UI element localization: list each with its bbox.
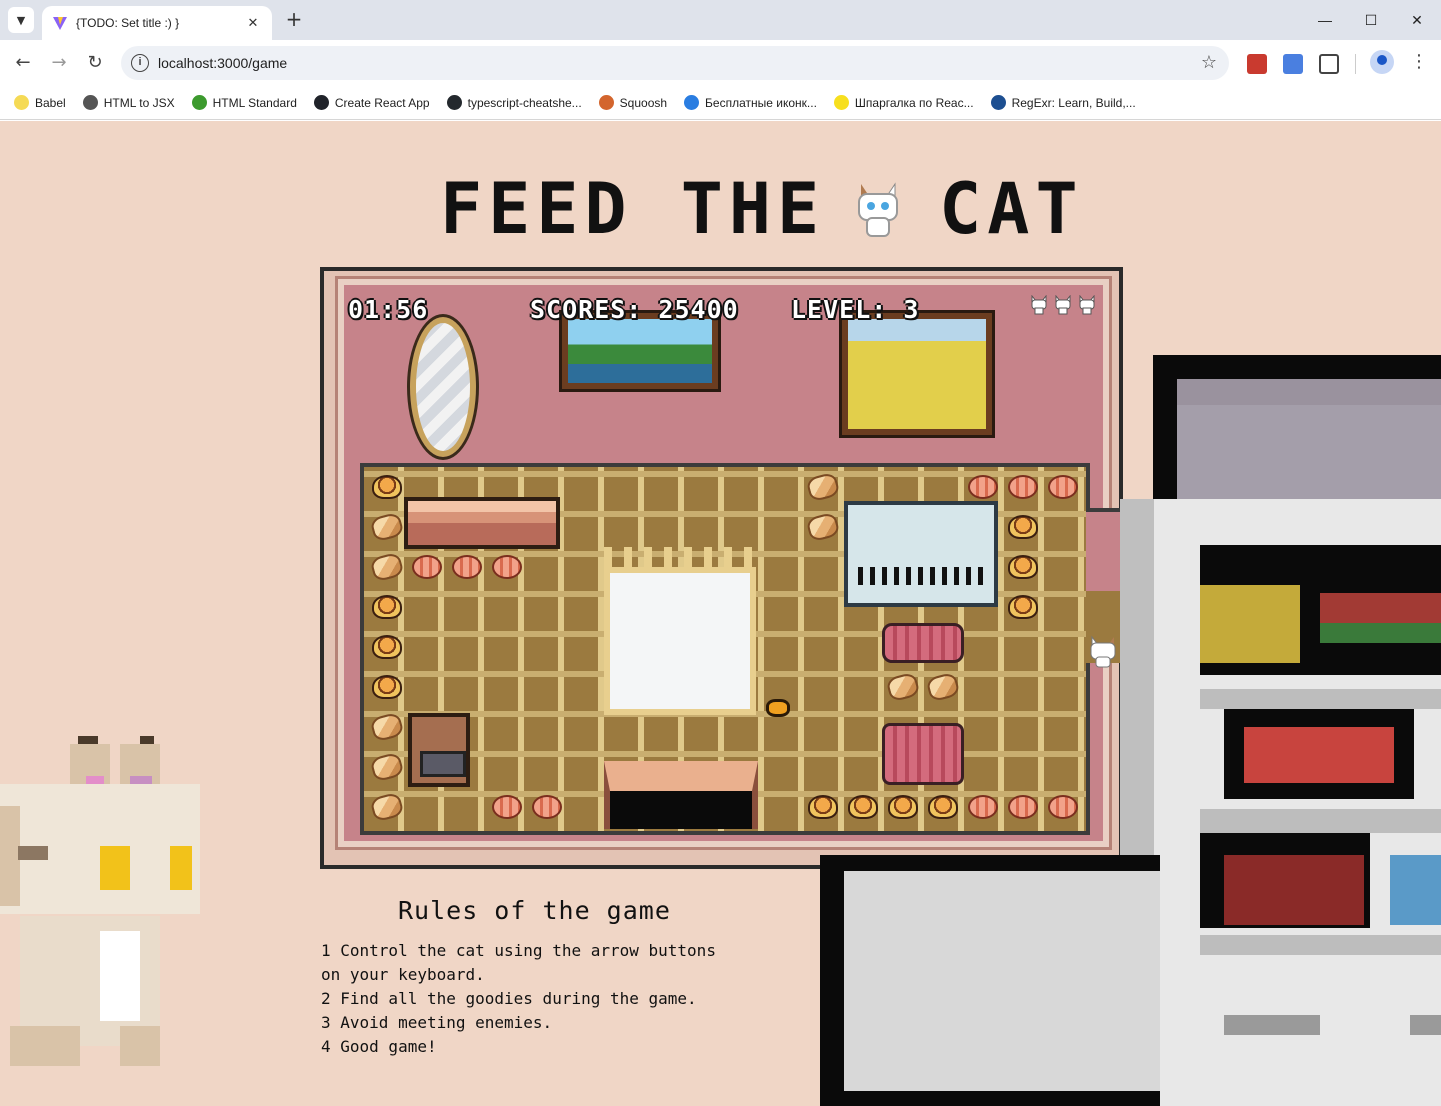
translate-icon[interactable] xyxy=(1283,54,1303,74)
bookmark-label: HTML Standard xyxy=(212,95,297,110)
close-window-icon[interactable]: ✕ xyxy=(1402,8,1432,32)
chair xyxy=(408,713,470,787)
landscape-painting xyxy=(559,310,721,392)
game-page: FEED THE CAT 01:56 SCORES: 25400 LEVEL: … xyxy=(0,121,1441,1106)
bookmark-item[interactable]: typescript-cheatshe... xyxy=(446,95,582,110)
bookmark-label: HTML to JSX xyxy=(103,95,175,110)
bookmark-item[interactable]: Шпаргалка по Reac... xyxy=(833,95,974,110)
bookmark-item[interactable]: Babel xyxy=(14,95,66,110)
sausage-food xyxy=(412,555,442,579)
scores: SCORES: 25400 xyxy=(530,295,739,324)
squoosh-icon xyxy=(598,95,614,110)
bookmark-item[interactable]: Бесплатные иконк... xyxy=(684,95,817,110)
bookmark-label: Babel xyxy=(35,95,66,110)
tab-title: {TODO: Set title :) } xyxy=(76,16,180,30)
bed xyxy=(604,547,756,715)
forward-icon[interactable]: → xyxy=(47,51,71,75)
bookmark-item[interactable]: Create React App xyxy=(313,95,430,110)
sausage-food xyxy=(492,795,522,819)
bookmarks-bar: Babel HTML to JSX HTML Standard Create Reac… xyxy=(0,86,1441,120)
react-icon xyxy=(313,95,329,110)
tab-strip: ▼ {TODO: Set title :) } ✕ + — ☐ ✕ xyxy=(0,0,1441,40)
reload-icon[interactable]: ↻ xyxy=(83,51,107,75)
url-text[interactable]: localhost:3000/game xyxy=(158,55,287,71)
table xyxy=(604,761,758,829)
game-title: FEED THE CAT xyxy=(440,168,1084,250)
js-icon xyxy=(833,95,849,110)
minimize-icon[interactable]: — xyxy=(1310,8,1340,32)
github-icon xyxy=(446,95,462,110)
bookmark-label: Create React App xyxy=(334,95,430,110)
sausage-food xyxy=(492,555,522,579)
bookmark-label: RegExr: Learn, Build,... xyxy=(1011,95,1136,110)
bench xyxy=(404,497,560,549)
back-icon[interactable]: ← xyxy=(11,51,35,75)
toolbar-separator xyxy=(1355,54,1356,74)
bookmark-item[interactable]: Squoosh xyxy=(598,95,668,110)
babel-icon xyxy=(14,95,29,110)
close-tab-icon[interactable]: ✕ xyxy=(244,16,262,31)
bookmark-label: Squoosh xyxy=(619,95,668,110)
life-cat-icon xyxy=(1031,295,1047,315)
lives xyxy=(1030,295,1096,315)
profile-avatar-icon[interactable] xyxy=(1370,50,1394,74)
burger-food xyxy=(372,675,402,699)
decorative-fridge-icon xyxy=(820,355,1441,1106)
life-cat-icon xyxy=(1079,295,1095,315)
tab-active[interactable]: {TODO: Set title :) } ✕ xyxy=(42,6,272,40)
decorative-cat-icon xyxy=(0,736,200,1066)
burger-food xyxy=(372,595,402,619)
burger-food xyxy=(372,635,402,659)
extensions-puzzle-icon[interactable] xyxy=(1319,54,1339,74)
browser-chrome: ▼ {TODO: Set title :) } ✕ + — ☐ ✕ ← → ↻ … xyxy=(0,0,1441,121)
bookmark-label: Бесплатные иконк... xyxy=(705,95,817,110)
timer: 01:56 xyxy=(348,295,429,324)
burger-food xyxy=(372,475,402,499)
regexr-icon xyxy=(990,95,1006,110)
title-right: CAT xyxy=(939,168,1084,250)
bookmark-label: typescript-cheatshe... xyxy=(467,95,582,110)
bookmark-item[interactable]: HTML Standard xyxy=(191,95,297,110)
maximize-icon[interactable]: ☐ xyxy=(1356,8,1386,32)
sausage-food xyxy=(452,555,482,579)
new-tab-icon[interactable]: + xyxy=(283,8,305,30)
extension-red-icon[interactable] xyxy=(1247,54,1267,74)
title-left: FEED THE xyxy=(440,168,826,250)
vite-favicon-icon xyxy=(53,17,67,30)
address-bar[interactable]: i localhost:3000/game ☆ xyxy=(121,46,1229,80)
html-standard-icon xyxy=(191,95,207,110)
rules-title: Rules of the game xyxy=(398,896,671,925)
tab-search-icon[interactable]: ▼ xyxy=(8,7,34,33)
globe-icon xyxy=(82,95,98,110)
icons-site-icon xyxy=(684,95,700,110)
title-cat-icon xyxy=(858,182,899,237)
sausage-food xyxy=(532,795,562,819)
toolbar: ← → ↻ i localhost:3000/game ☆ ⋮ xyxy=(0,40,1441,86)
level: LEVEL: 3 xyxy=(791,295,920,324)
bookmark-item[interactable]: HTML to JSX xyxy=(82,95,175,110)
site-info-icon[interactable]: i xyxy=(131,54,149,72)
mirror xyxy=(407,314,479,460)
menu-dots-icon[interactable]: ⋮ xyxy=(1410,52,1428,72)
bookmark-star-icon[interactable]: ☆ xyxy=(1201,52,1217,73)
life-cat-icon xyxy=(1055,295,1071,315)
enemy-bug xyxy=(766,699,790,717)
bookmark-label: Шпаргалка по Reac... xyxy=(854,95,974,110)
rules-text: 1 Control the cat using the arrow button… xyxy=(321,941,716,1056)
bookmark-item[interactable]: RegExr: Learn, Build,... xyxy=(990,95,1136,110)
